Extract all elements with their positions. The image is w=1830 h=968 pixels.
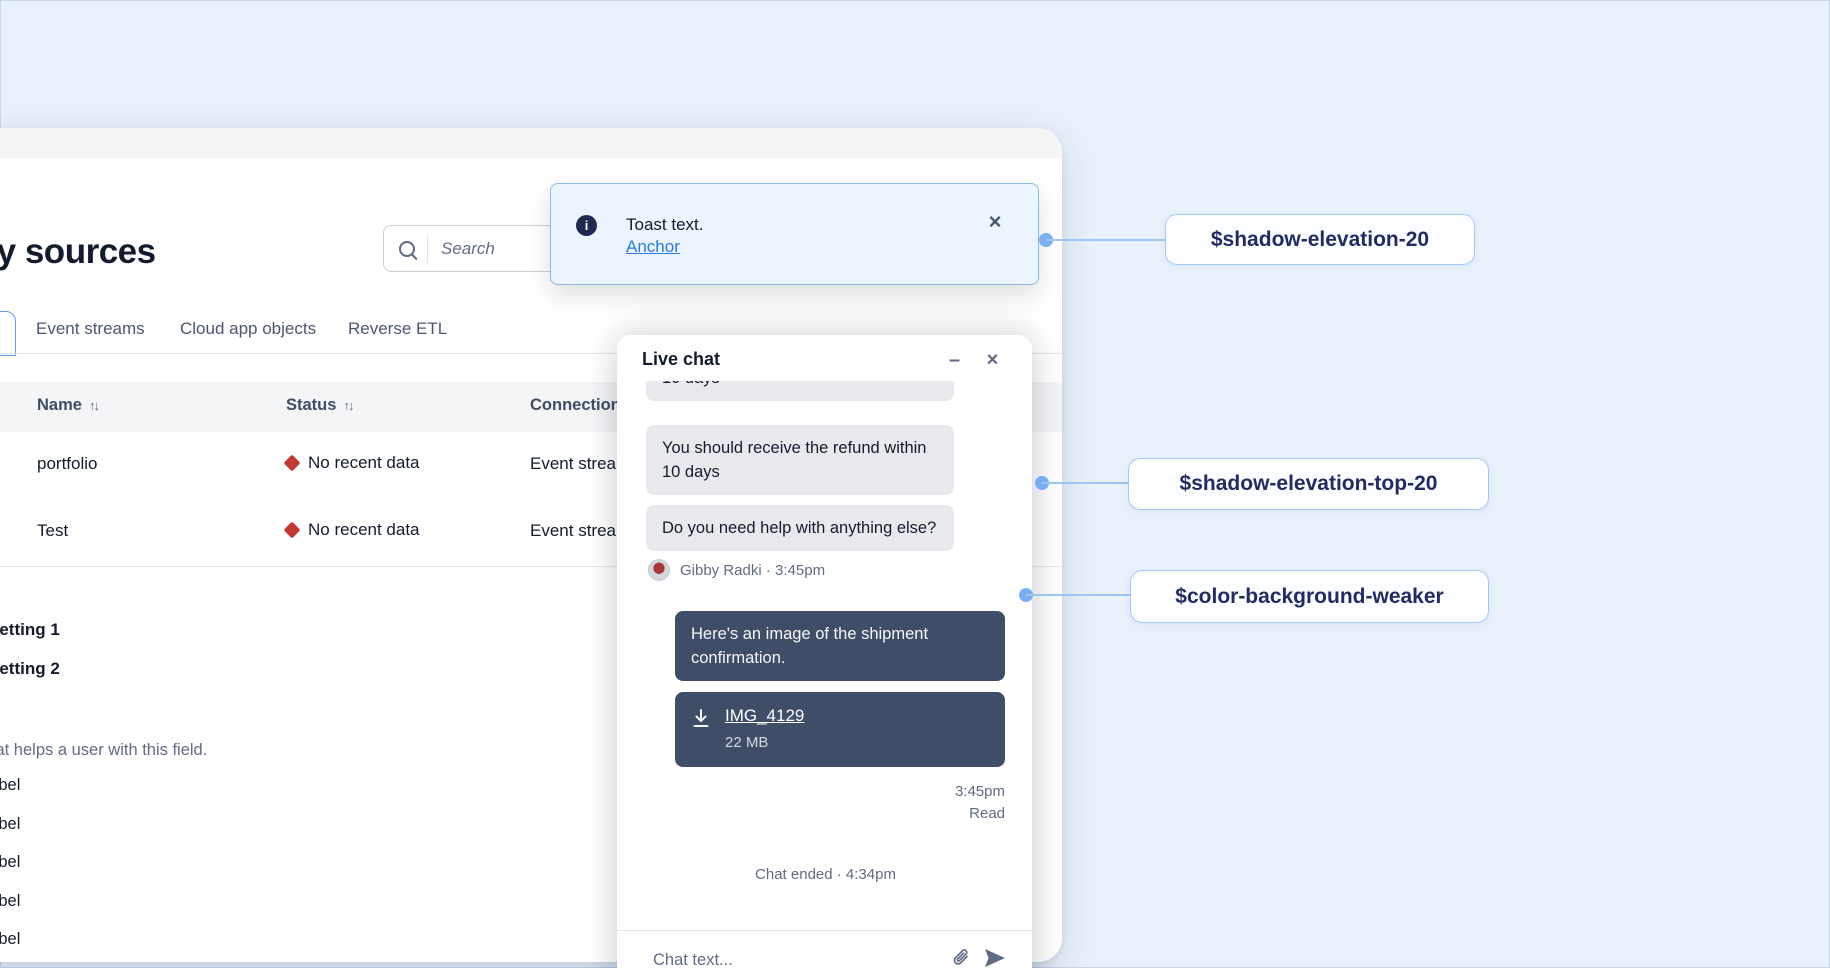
search-placeholder: Search <box>441 238 495 258</box>
toast-text: Toast text. <box>626 215 704 234</box>
info-icon: i <box>576 215 597 236</box>
attachment-file-size: 22 MB <box>725 734 769 751</box>
download-icon <box>693 709 709 727</box>
tab-event-streams[interactable]: Event streams <box>36 319 145 339</box>
token-label-shadow-elevation-top-20: $shadow-elevation-top-20 <box>1128 458 1489 510</box>
column-header-status[interactable]: Status ↑↓ <box>286 396 354 415</box>
close-icon[interactable]: × <box>981 208 1009 236</box>
setting-label-2: Setting 2 <box>0 659 60 678</box>
chat-title: Live chat <box>642 349 721 369</box>
setting-label-1: Setting 1 <box>0 620 60 639</box>
field-label: Label <box>0 776 21 794</box>
field-label: Label <box>0 853 21 871</box>
avatar <box>648 559 670 581</box>
outgoing-message: Here's an image of the shipment confirma… <box>675 611 1005 681</box>
field-label: Label <box>0 892 21 910</box>
field-help-text: Help text that helps a user with this fi… <box>0 741 208 759</box>
token-label-shadow-elevation-20: $shadow-elevation-20 <box>1165 214 1475 265</box>
minimize-icon[interactable]: – <box>942 348 967 373</box>
sort-icon[interactable]: ↑↓ <box>343 398 354 413</box>
column-header-connection: Connection <box>530 396 621 414</box>
search-divider <box>427 234 428 263</box>
message-timestamp: 3:45pm Read <box>646 781 1005 825</box>
app-top-strip <box>0 128 1062 158</box>
cell-connection: Event stream <box>530 454 631 473</box>
cell-status: No recent data <box>283 453 420 473</box>
error-status-icon <box>283 521 301 539</box>
cell-name: Test <box>37 521 69 540</box>
field-label: Label <box>0 815 21 833</box>
attachment-file-link[interactable]: IMG_4129 <box>725 706 804 725</box>
design-spec-canvas: My sources Search Event streams Cloud ap… <box>0 0 1830 968</box>
tab-cloud-app-objects[interactable]: Cloud app objects <box>180 319 316 339</box>
tab-reverse-etl[interactable]: Reverse ETL <box>348 319 447 339</box>
send-icon[interactable] <box>983 947 1007 968</box>
chat-ended-status: Chat ended · 4:34pm <box>755 866 896 883</box>
read-receipt: Read <box>969 805 1005 822</box>
column-header-name[interactable]: Name ↑↓ <box>37 396 100 415</box>
cell-connection: Event stream <box>530 521 631 540</box>
toast: i Toast text. Anchor × <box>550 183 1039 285</box>
chat-input[interactable]: Chat text... <box>653 951 733 968</box>
live-chat-widget: Live chat – × 10 days You should receive… <box>617 335 1032 968</box>
agent-meta-row: Gibby Radki · 3:45pm <box>648 559 1005 581</box>
sort-icon[interactable]: ↑↓ <box>89 398 100 413</box>
error-status-icon <box>283 454 301 472</box>
outgoing-attachment[interactable]: IMG_4129 22 MB <box>675 692 1005 767</box>
cell-name: portfolio <box>37 454 98 473</box>
agent-name-timestamp: Gibby Radki · 3:45pm <box>680 561 826 579</box>
incoming-message: 10 days <box>646 381 954 401</box>
chat-input-bar: Chat text... <box>617 930 1032 968</box>
cell-status: No recent data <box>283 520 420 540</box>
connector-line <box>1046 239 1165 241</box>
connector-line <box>1042 482 1128 484</box>
incoming-message: You should receive the refund within 10 … <box>646 425 954 495</box>
attach-file-icon[interactable] <box>950 947 972 968</box>
toast-anchor-link[interactable]: Anchor <box>626 237 680 257</box>
token-label-color-background-weaker: $color-background-weaker <box>1130 570 1489 623</box>
close-icon[interactable]: × <box>980 348 1005 373</box>
chat-message-list[interactable]: 10 days You should receive the refund wi… <box>617 381 1032 930</box>
incoming-message: Do you need help with anything else? <box>646 505 954 551</box>
connector-line <box>1026 594 1130 596</box>
search-icon <box>399 240 415 257</box>
tab-active-partial[interactable] <box>0 311 16 356</box>
page-title: My sources <box>0 232 156 271</box>
field-label: Label <box>0 930 21 948</box>
